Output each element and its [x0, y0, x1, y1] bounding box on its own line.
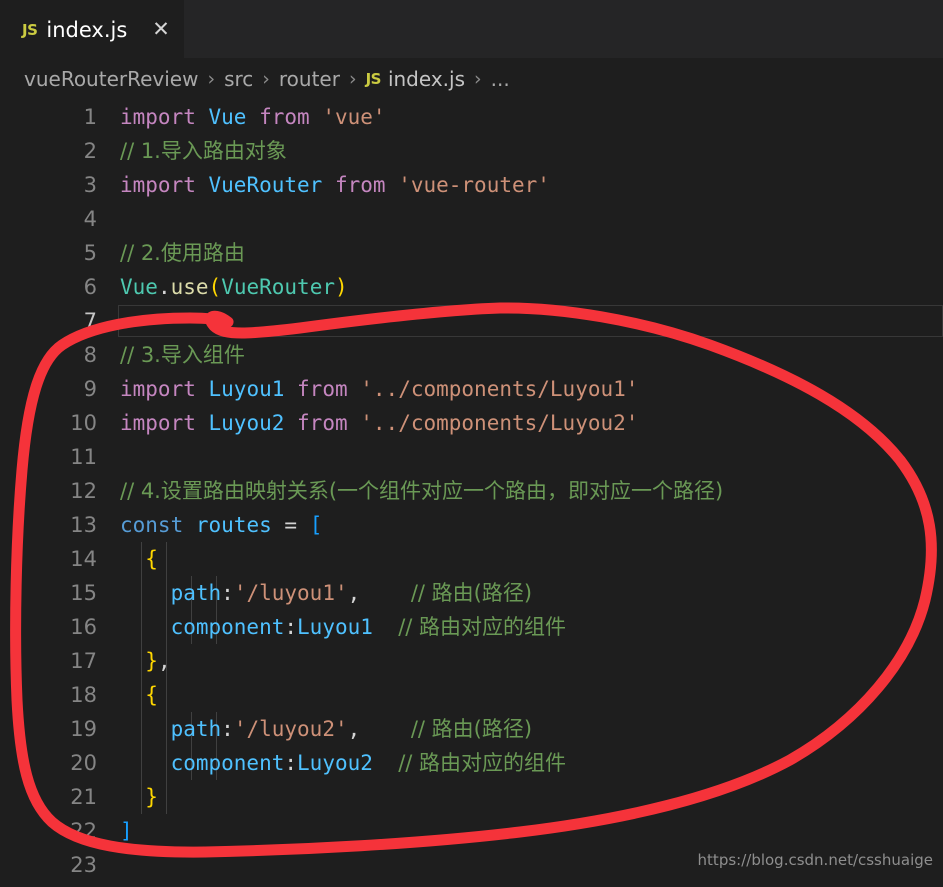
code-line[interactable]: 9 import Luyou1 from '../components/Luyou… [0, 372, 943, 406]
line-number: 19 [70, 717, 97, 741]
breadcrumb-item-project[interactable]: vueRouterReview [24, 67, 198, 91]
line-number: 2 [83, 139, 97, 163]
line-number: 3 [83, 173, 97, 197]
code-line[interactable]: 19 path:'/luyou2', // 路由(路径) [0, 712, 943, 746]
code-line[interactable]: 13 const routes = [ [0, 508, 943, 542]
code-line[interactable]: 16 component:Luyou1 // 路由对应的组件 [0, 610, 943, 644]
chevron-right-icon: › [474, 68, 482, 90]
code-text: path:'/luyou1', // 路由(路径) [170, 581, 533, 605]
line-number: 18 [70, 683, 97, 707]
code-line[interactable]: 4 [0, 202, 943, 236]
chevron-right-icon: › [348, 68, 357, 90]
line-number: 21 [70, 785, 97, 809]
editor-tab-bar: JS index.js ✕ [0, 0, 943, 58]
code-text: // 3.导入组件 [120, 343, 245, 367]
code-text: // 2.使用路由 [120, 241, 245, 265]
code-line[interactable]: 11 [0, 440, 943, 474]
line-number: 1 [83, 105, 97, 129]
code-line[interactable]: 3 import VueRouter from 'vue-router' [0, 168, 943, 202]
code-text: // 4.设置路由映射关系(一个组件对应一个路由，即对应一个路径) [120, 479, 724, 503]
vscode-window: JS index.js ✕ vueRouterReview › src › ro… [0, 0, 943, 887]
code-text: { [145, 547, 158, 571]
code-line[interactable]: 22] [0, 814, 943, 848]
line-number: 23 [70, 853, 97, 877]
line-number: 10 [70, 411, 97, 435]
code-text: component:Luyou2 // 路由对应的组件 [170, 751, 567, 775]
code-text: // 1.导入路由对象 [120, 139, 287, 163]
code-text: path:'/luyou2', // 路由(路径) [170, 717, 533, 741]
breadcrumb-item-src[interactable]: src [224, 67, 253, 91]
line-number: 20 [70, 751, 97, 775]
code-text: } [145, 785, 158, 809]
line-number: 9 [83, 377, 97, 401]
code-text: const routes = [ [120, 513, 323, 537]
code-line[interactable]: 8 // 3.导入组件 [0, 338, 943, 372]
breadcrumb-overflow[interactable]: ... [491, 67, 510, 91]
line-number: 14 [70, 547, 97, 571]
code-editor[interactable]: 1 import Vue from 'vue' 2 // 1.导入路由对象 3 impor… [0, 100, 943, 887]
code-text: component:Luyou1 // 路由对应的组件 [170, 615, 567, 639]
code-line[interactable]: 15 path:'/luyou1', // 路由(路径) [0, 576, 943, 610]
line-number: 16 [70, 615, 97, 639]
line-number: 15 [70, 581, 97, 605]
code-text: ] [120, 819, 133, 843]
code-line[interactable]: 10 import Luyou2 from '../components/Luyo… [0, 406, 943, 440]
active-line-highlight [118, 305, 943, 337]
chevron-right-icon: › [207, 68, 216, 90]
code-text: Vue.use(VueRouter) [120, 275, 348, 299]
code-line[interactable]: 18 { [0, 678, 943, 712]
code-text: import VueRouter from 'vue-router' [120, 173, 550, 197]
code-line[interactable]: 5 // 2.使用路由 [0, 236, 943, 270]
tab-bar-empty-area [183, 0, 943, 58]
close-icon[interactable]: ✕ [152, 19, 170, 40]
code-line[interactable]: 21 } [0, 780, 943, 814]
line-number: 4 [83, 207, 97, 231]
line-number: 17 [70, 649, 97, 673]
breadcrumb-item-file[interactable]: index.js [388, 67, 465, 91]
code-line[interactable]: 2 // 1.导入路由对象 [0, 134, 943, 168]
code-text: { [145, 683, 158, 707]
tab-index-js[interactable]: JS index.js ✕ [0, 0, 184, 58]
code-line[interactable]: 14 { [0, 542, 943, 576]
line-number: 6 [83, 275, 97, 299]
code-text: import Luyou2 from '../components/Luyou2… [120, 411, 639, 435]
line-number: 7 [83, 309, 97, 333]
code-line[interactable]: 12 // 4.设置路由映射关系(一个组件对应一个路由，即对应一个路径) [0, 474, 943, 508]
watermark: https://blog.csdn.net/csshuaige [697, 851, 933, 869]
line-number: 5 [83, 241, 97, 265]
line-number: 12 [70, 479, 97, 503]
breadcrumb-item-router[interactable]: router [279, 67, 340, 91]
code-line[interactable]: 20 component:Luyou2 // 路由对应的组件 [0, 746, 943, 780]
tab-label: index.js [46, 17, 128, 42]
code-text: import Vue from 'vue' [120, 105, 386, 129]
javascript-file-icon: JS [365, 70, 382, 88]
code-text: }, [145, 649, 171, 673]
code-text: import Luyou1 from '../components/Luyou1… [120, 377, 639, 401]
chevron-right-icon: › [262, 68, 270, 90]
line-number: 11 [70, 445, 97, 469]
code-line[interactable]: 17 }, [0, 644, 943, 678]
code-line[interactable]: 1 import Vue from 'vue' [0, 100, 943, 134]
line-number: 22 [70, 819, 97, 843]
code-line[interactable]: 6 Vue.use(VueRouter) [0, 270, 943, 304]
javascript-file-icon: JS [22, 20, 38, 39]
code-line[interactable]: 7 [0, 304, 943, 338]
line-number: 8 [83, 343, 97, 367]
breadcrumb: vueRouterReview › src › router › JS inde… [0, 58, 943, 100]
line-number: 13 [70, 513, 97, 537]
